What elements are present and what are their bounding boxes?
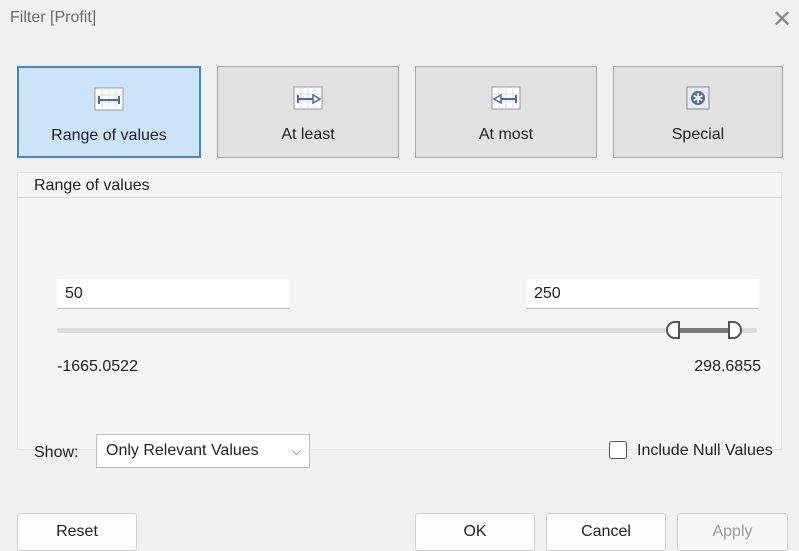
mode-label: At most [478,126,534,143]
close-icon[interactable]: ✕ [769,6,795,32]
show-dropdown[interactable]: Only Relevant Values ⌵ [96,434,310,468]
range-icon [94,87,124,111]
domain-max-label: 298.6855 [694,358,761,375]
chevron-down-icon: ⌵ [291,444,301,458]
panel-divider [17,197,782,198]
title-bar: Filter [Profit] ✕ [0,0,799,40]
include-null-label[interactable]: Include Null Values [637,442,773,460]
mode-range-of-values-button[interactable]: Range of values [17,66,201,158]
mode-at-most-button[interactable]: At most [415,66,597,158]
domain-min-label: -1665.0522 [57,358,138,375]
max-value-input[interactable] [526,279,759,309]
range-panel [17,172,782,450]
range-slider-track[interactable] [57,328,757,333]
at-most-icon [491,86,521,110]
show-dropdown-value: Only Relevant Values [106,442,259,459]
min-value-input[interactable] [57,279,290,309]
reset-button[interactable]: Reset [17,513,137,551]
window-title: Filter [Profit] [10,9,97,26]
range-slider-selection [678,328,728,333]
apply-button[interactable]: Apply [677,513,788,551]
mode-special-button[interactable]: Special [613,66,783,158]
ok-button[interactable]: OK [415,513,535,551]
mode-label: Range of values [51,127,167,144]
special-icon [686,86,710,110]
mode-label: Special [671,126,725,143]
mode-label: At least [281,126,335,143]
min-slider-handle[interactable] [666,321,681,339]
include-null-checkbox[interactable] [609,441,627,459]
mode-at-least-button[interactable]: At least [217,66,399,158]
at-least-icon [293,86,323,110]
panel-title: Range of values [34,177,150,194]
cancel-button[interactable]: Cancel [546,513,666,551]
show-label: Show: [34,444,79,461]
